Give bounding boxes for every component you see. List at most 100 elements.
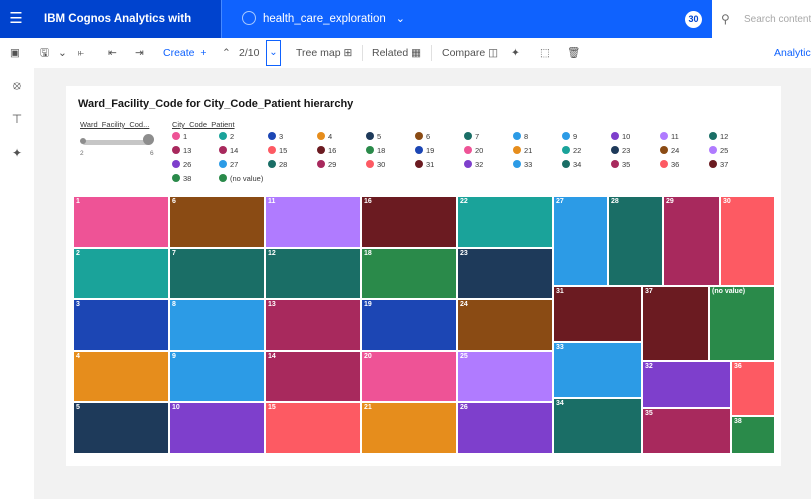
create-button[interactable]: Create + [163, 38, 206, 68]
legend-item-15[interactable]: 15 [268, 146, 287, 156]
save-chevron-icon[interactable]: ⌄ [58, 38, 67, 68]
treemap-cell-31[interactable]: 31 [553, 286, 642, 342]
treemap-cell-22[interactable]: 22 [457, 196, 553, 248]
legend-item-26[interactable]: 26 [172, 160, 191, 170]
legend-item-22[interactable]: 22 [562, 146, 581, 156]
legend-item-23[interactable]: 23 [611, 146, 630, 156]
treemap-cell-24[interactable]: 24 [457, 299, 553, 351]
treemap-cell-35[interactable]: 35 [642, 408, 731, 454]
treemap-cell-27[interactable]: 27 [553, 196, 608, 286]
visualization-card[interactable]: Ward_Facility_Code for City_Code_Patient… [66, 86, 781, 466]
treemap-cell-18[interactable]: 18 [361, 247, 457, 300]
treemap-cell-4[interactable]: 4 [73, 350, 169, 403]
legend-item-13[interactable]: 13 [172, 146, 191, 156]
chevron-up-icon[interactable]: ⌃ [222, 38, 231, 68]
legend-item-nv[interactable]: (no value) [219, 174, 263, 184]
treemap-cell-16[interactable]: 16 [361, 196, 457, 248]
treemap-cell-37[interactable]: 37 [642, 286, 709, 361]
legend-item-12[interactable]: 12 [709, 132, 728, 142]
legend-item-18[interactable]: 18 [366, 146, 385, 156]
treemap-cell-5[interactable]: 5 [73, 402, 169, 454]
treemap-cell-34[interactable]: 34 [553, 398, 642, 454]
legend-item-7[interactable]: 7 [464, 132, 479, 142]
legend-item-31[interactable]: 31 [415, 160, 434, 170]
treemap-cell-36[interactable]: 36 [731, 361, 775, 416]
legend-item-9[interactable]: 9 [562, 132, 577, 142]
legend-item-3[interactable]: 3 [268, 132, 283, 142]
legend-item-24[interactable]: 24 [660, 146, 679, 156]
treemap-cell-2[interactable]: 2 [73, 247, 169, 300]
page-dropdown-button[interactable]: ⌄ [266, 40, 281, 66]
treemap-cell-26[interactable]: 26 [457, 402, 553, 454]
legend-item-38[interactable]: 38 [172, 174, 191, 184]
compare-button[interactable]: Compare ◫ [442, 38, 498, 68]
legend-item-35[interactable]: 35 [611, 160, 630, 170]
treemap-cell-nv[interactable]: (no value) [709, 286, 775, 361]
avatar[interactable]: 30 [685, 11, 702, 28]
focus-icon[interactable]: ⬚ [540, 38, 550, 68]
search-input[interactable]: Search content [744, 14, 811, 25]
treemap-cell-10[interactable]: 10 [169, 402, 265, 454]
report-switcher[interactable]: health_care_exploration ⌄ [242, 0, 405, 38]
treemap-cell-7[interactable]: 7 [169, 247, 265, 300]
hamburger-menu-button[interactable]: ☰ [0, 0, 32, 38]
treemap-cell-23[interactable]: 23 [457, 247, 553, 300]
treemap-cell-15[interactable]: 15 [265, 402, 361, 454]
treemap-cell-11[interactable]: 11 [265, 196, 361, 248]
legend-item-33[interactable]: 33 [513, 160, 532, 170]
delete-icon[interactable]: 🗑 [567, 38, 580, 68]
navigation-icon[interactable]: ⦻ [9, 78, 25, 93]
treemap-cell-30[interactable]: 30 [720, 196, 775, 286]
legend-item-20[interactable]: 20 [464, 146, 483, 156]
legend-item-8[interactable]: 8 [513, 132, 528, 142]
treemap-cell-29[interactable]: 29 [663, 196, 720, 286]
treemap-cell-8[interactable]: 8 [169, 299, 265, 351]
treemap-cell-6[interactable]: 6 [169, 196, 265, 248]
legend-item-10[interactable]: 10 [611, 132, 630, 142]
search-box[interactable]: ⚲ Search content [712, 0, 811, 38]
share-icon[interactable]: ⫦ [78, 38, 84, 68]
legend-item-5[interactable]: 5 [366, 132, 381, 142]
legend-item-29[interactable]: 29 [317, 160, 336, 170]
analytics-link[interactable]: Analytics [774, 38, 811, 68]
treemap-cell-25[interactable]: 25 [457, 350, 553, 403]
legend-item-28[interactable]: 28 [268, 160, 287, 170]
legend-item-32[interactable]: 32 [464, 160, 483, 170]
pin-icon[interactable]: ✦ [9, 146, 25, 160]
treemap-cell-19[interactable]: 19 [361, 299, 457, 351]
legend-item-30[interactable]: 30 [366, 160, 385, 170]
legend-item-16[interactable]: 16 [317, 146, 336, 156]
legend-item-6[interactable]: 6 [415, 132, 430, 142]
legend-item-27[interactable]: 27 [219, 160, 238, 170]
treemap-cell-20[interactable]: 20 [361, 350, 457, 403]
treemap-cell-32[interactable]: 32 [642, 361, 731, 408]
pin-icon[interactable]: ✦ [511, 38, 520, 68]
undo-icon[interactable]: ⇤ [108, 38, 117, 68]
treemap-cell-12[interactable]: 12 [265, 247, 361, 300]
comment-icon[interactable]: ▣ [10, 38, 20, 68]
redo-icon[interactable]: ⇥ [135, 38, 144, 68]
treemap-cell-38[interactable]: 38 [731, 416, 775, 454]
treemap-cell-28[interactable]: 28 [608, 196, 663, 286]
legend-item-11[interactable]: 11 [660, 132, 679, 142]
legend-item-25[interactable]: 25 [709, 146, 728, 156]
treemap-cell-9[interactable]: 9 [169, 350, 265, 403]
treemap-cell-1[interactable]: 1 [73, 196, 169, 248]
treemap-cell-33[interactable]: 33 [553, 342, 642, 398]
legend-item-14[interactable]: 14 [219, 146, 238, 156]
treemap-cell-21[interactable]: 21 [361, 402, 457, 454]
treemap-cell-3[interactable]: 3 [73, 299, 169, 351]
save-icon[interactable]: 🖫 [40, 38, 49, 68]
data-tree-icon[interactable]: ⊤ [9, 112, 25, 126]
treemap-cell-14[interactable]: 14 [265, 350, 361, 403]
legend-item-19[interactable]: 19 [415, 146, 434, 156]
legend-item-34[interactable]: 34 [562, 160, 581, 170]
related-button[interactable]: Related ▦ [372, 38, 421, 68]
legend-item-1[interactable]: 1 [172, 132, 187, 142]
legend-item-21[interactable]: 21 [513, 146, 532, 156]
treemap-button[interactable]: Tree map ⊞ [296, 38, 352, 68]
legend-item-2[interactable]: 2 [219, 132, 234, 142]
legend-item-37[interactable]: 37 [709, 160, 728, 170]
legend-item-36[interactable]: 36 [660, 160, 679, 170]
treemap[interactable]: 1 2 3 4 5 6 7 8 9 10 11 12 13 14 15 16 18 19 20 21 22 23 24 25 2… [73, 196, 775, 454]
